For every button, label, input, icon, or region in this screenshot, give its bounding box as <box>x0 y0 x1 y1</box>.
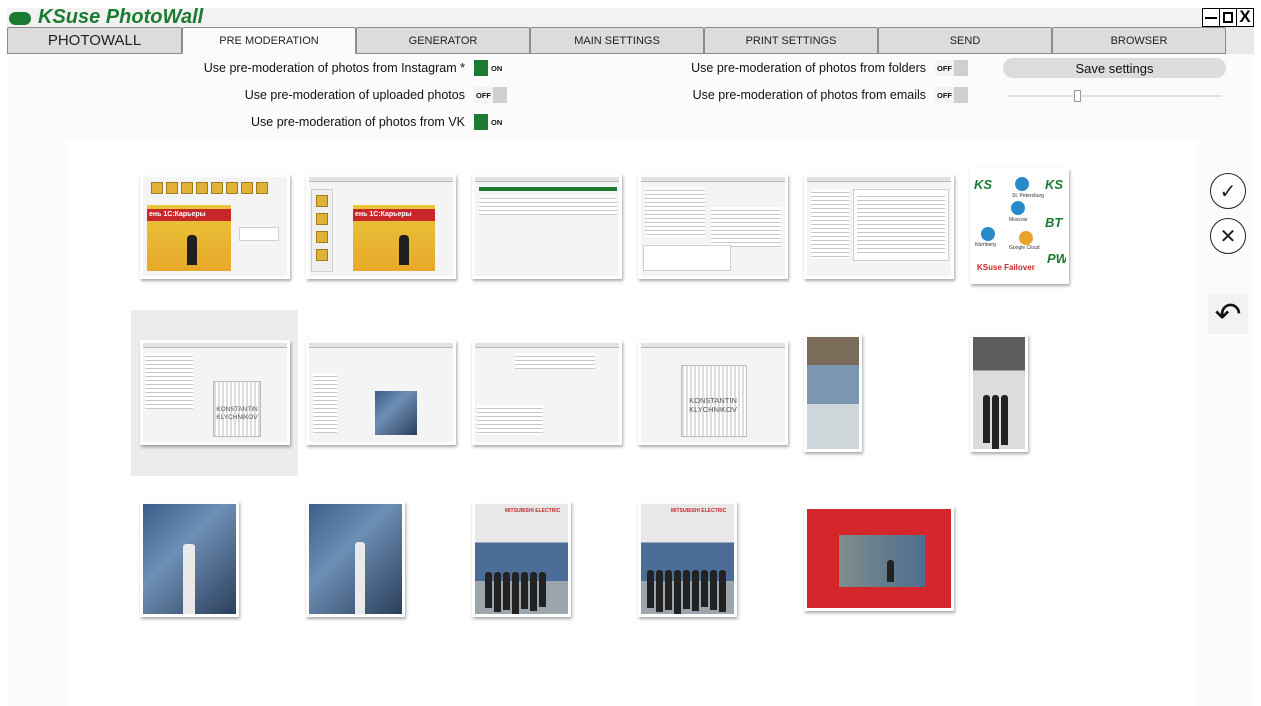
x-circle-icon[interactable]: ✕ <box>1210 218 1246 254</box>
setting-emails-label: Use pre-moderation of photos from emails <box>692 88 926 102</box>
photo-thumbnail[interactable]: MITSUBISHI ELECTRIC <box>638 501 737 617</box>
emails-toggle[interactable]: OFF <box>935 87 968 103</box>
photo-thumbnail[interactable]: MITSUBISHI ELECTRIC <box>472 501 571 617</box>
slider-thumb[interactable] <box>1074 90 1081 102</box>
screenshot-thumbnail-selected[interactable]: KONSTANTIN KLYCHNIKOV <box>140 340 290 445</box>
screenshot-thumbnail[interactable] <box>472 174 622 279</box>
setting-uploaded: Use pre-moderation of uploaded photos OF… <box>245 87 507 103</box>
tab-send[interactable]: SEND <box>878 27 1052 54</box>
undo-arrow-icon[interactable]: ↶ <box>1208 294 1248 334</box>
setting-instagram-label: Use pre-moderation of photos from Instag… <box>203 61 465 75</box>
instagram-toggle[interactable]: ON <box>474 60 507 76</box>
screenshot-thumbnail[interactable]: KONSTANTIN KLYCHNIKOV <box>638 340 788 445</box>
photo-thumbnail[interactable] <box>804 506 954 611</box>
settings-slider[interactable] <box>1008 90 1222 102</box>
check-circle-icon[interactable]: ✓ <box>1210 173 1246 209</box>
app-logo-icon <box>9 12 31 25</box>
title-bar: KSuse PhotoWall X <box>7 6 1254 28</box>
setting-vk: Use pre-moderation of photos from VK ON <box>251 114 507 130</box>
folders-toggle[interactable]: OFF <box>935 60 968 76</box>
photo-thumbnail[interactable] <box>140 501 239 617</box>
setting-instagram: Use pre-moderation of photos from Instag… <box>204 60 507 76</box>
screenshot-thumbnail[interactable] <box>804 174 954 279</box>
app-window: KSuse PhotoWall X PHOTOWALL PRE MODERATI… <box>7 6 1254 706</box>
window-controls: X <box>1202 8 1254 27</box>
tab-generator[interactable]: GENERATOR <box>356 27 530 54</box>
slider-track <box>1008 95 1222 97</box>
minimize-button[interactable] <box>1202 8 1220 27</box>
screenshot-thumbnail[interactable] <box>472 340 622 445</box>
setting-vk-label: Use pre-moderation of photos from VK <box>251 115 465 129</box>
save-settings-button[interactable]: Save settings <box>1003 58 1226 78</box>
photo-thumbnail[interactable] <box>804 334 862 452</box>
uploaded-toggle[interactable]: OFF <box>474 87 507 103</box>
setting-folders-label: Use pre-moderation of photos from folder… <box>691 61 926 75</box>
tab-print-settings[interactable]: PRINT SETTINGS <box>704 27 878 54</box>
tab-main-settings[interactable]: MAIN SETTINGS <box>530 27 704 54</box>
close-button[interactable]: X <box>1236 8 1254 27</box>
photo-thumbnail[interactable]: ень 1С:Карьеры <box>140 174 290 279</box>
tab-pre-moderation[interactable]: PRE MODERATION <box>182 27 356 54</box>
setting-emails: Use pre-moderation of photos from emails… <box>693 87 968 103</box>
photo-thumbnail[interactable] <box>306 501 405 617</box>
tab-browser[interactable]: BROWSER <box>1052 27 1226 54</box>
failover-diagram-thumbnail[interactable]: KS KS St. Petersburg Moscow Nürnberg Goo… <box>970 168 1069 284</box>
setting-folders: Use pre-moderation of photos from folder… <box>691 60 968 76</box>
maximize-button[interactable] <box>1219 8 1237 27</box>
setting-uploaded-label: Use pre-moderation of uploaded photos <box>244 88 465 102</box>
photo-thumbnail[interactable] <box>970 334 1028 452</box>
screenshot-thumbnail[interactable] <box>638 174 788 279</box>
app-title: KSuse PhotoWall <box>38 6 204 28</box>
screenshot-thumbnail[interactable] <box>306 340 456 445</box>
tab-bar: PHOTOWALL PRE MODERATION GENERATOR MAIN … <box>7 27 1254 54</box>
tab-photowall[interactable]: PHOTOWALL <box>7 27 182 54</box>
photo-thumbnail[interactable]: ень 1С:Карьеры <box>306 174 456 279</box>
vk-toggle[interactable]: ON <box>474 114 507 130</box>
